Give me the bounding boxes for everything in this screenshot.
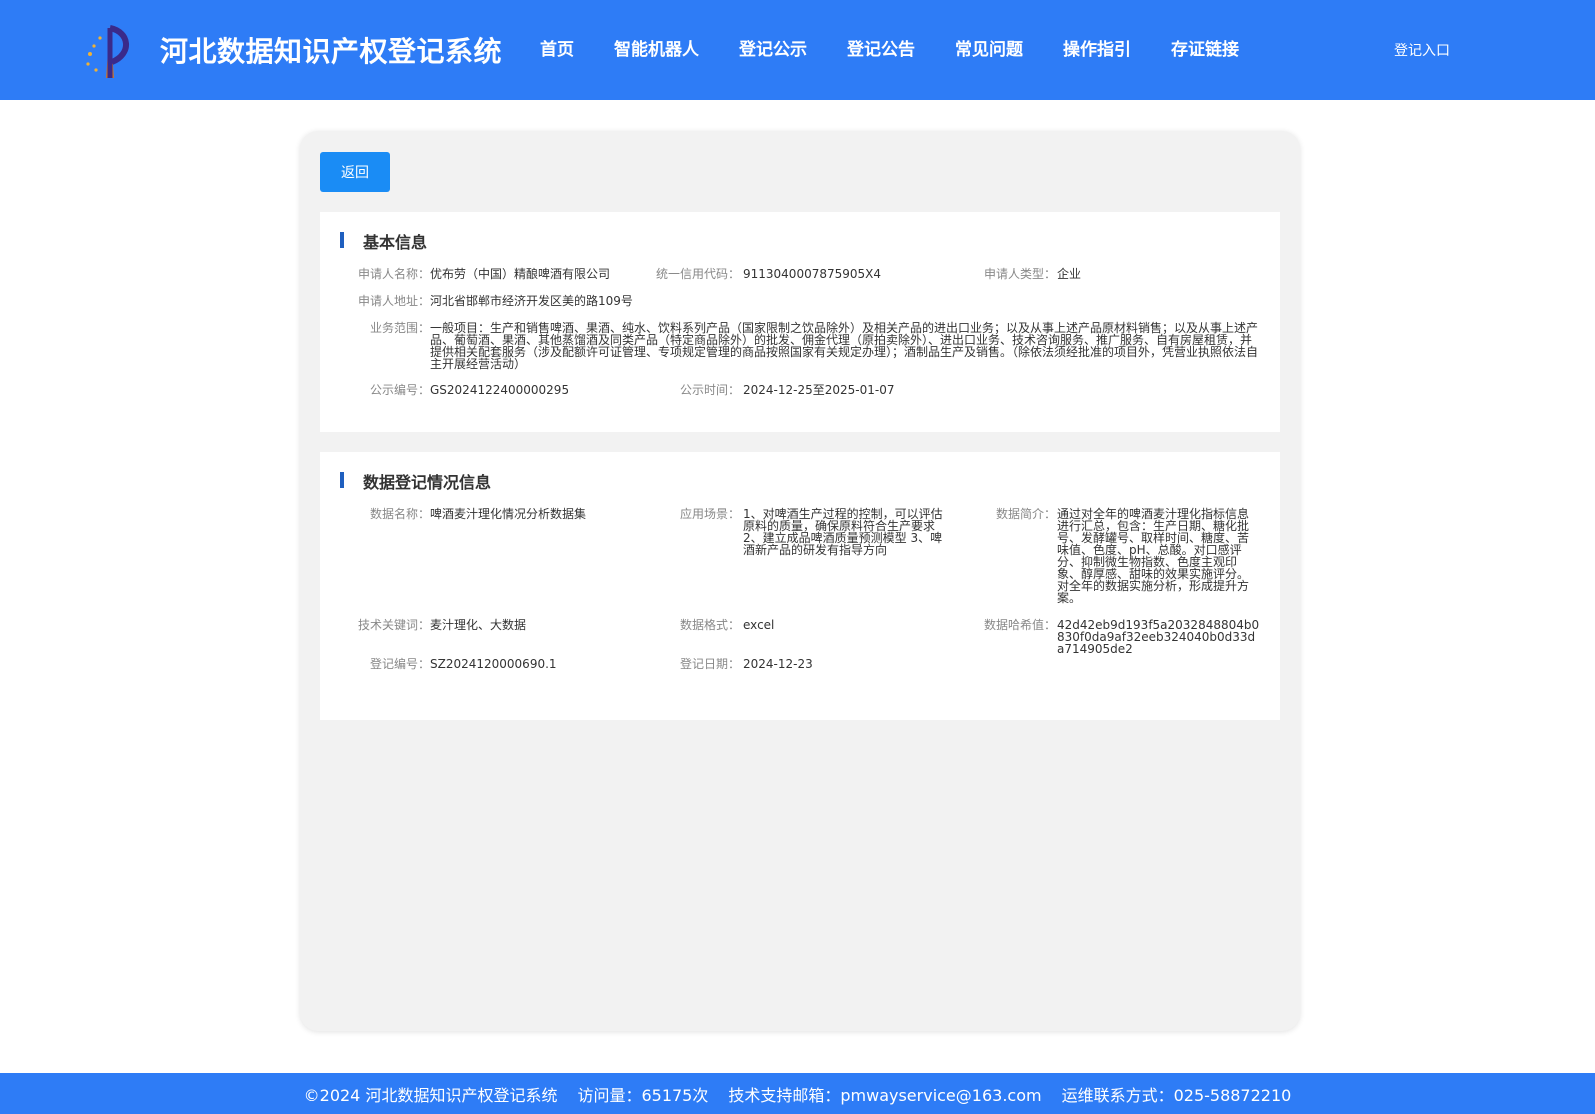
hash-value: 42d42eb9d193f5a2032848804b0830f0da9af32e… — [1057, 618, 1260, 656]
emblem-logo-icon[interactable] — [80, 24, 136, 80]
reg-no-label: 登记编号： — [369, 657, 430, 671]
pub-no-label: 公示编号： — [369, 383, 430, 397]
scope-value: 一般项目：生产和销售啤酒、果酒、纯水、饮料系列产品（国家限制之饮品除外）及相关产… — [430, 321, 1259, 371]
intro-value: 通过对全年的啤酒麦汁理化指标信息进行汇总，包含：生产日期、糖化批号、发酵罐号、取… — [1057, 507, 1250, 605]
site-title: 河北数据知识产权登记系统 — [160, 35, 503, 68]
nav-home[interactable]: 首页 — [540, 35, 574, 60]
reg-date-value: 2024-12-23 — [743, 657, 813, 671]
address-value: 河北省邯郸市经济开发区美的路109号 — [430, 294, 633, 308]
back-button[interactable]: 返回 — [320, 152, 390, 192]
footer-contact: 运维联系方式：025-58872210 — [1061, 1085, 1292, 1105]
nav-faq[interactable]: 常见问题 — [955, 35, 1023, 60]
footer-copyright: ©2024 河北数据知识产权登记系统 — [303, 1085, 558, 1105]
keywords-label: 技术关键词： — [357, 618, 430, 632]
login-link[interactable]: 登记入口 — [1394, 40, 1450, 60]
nav-evidence-link[interactable]: 存证链接 — [1171, 35, 1239, 60]
applicant-name-value: 优布劳（中国）精酿啤酒有限公司 — [430, 267, 611, 281]
data-info-title: 数据登记情况信息 — [363, 473, 492, 492]
data-registration-card: 数据登记情况信息 数据名称： 啤酒麦汁理化情况分析数据集 应用场景： 1、对啤酒… — [320, 452, 1280, 720]
data-name-value: 啤酒麦汁理化情况分析数据集 — [430, 507, 587, 521]
intro-label: 数据简介： — [995, 507, 1056, 521]
address-label: 申请人地址： — [357, 294, 430, 308]
nav-publicity[interactable]: 登记公示 — [739, 35, 807, 60]
top-header: 河北数据知识产权登记系统 首页 智能机器人 登记公示 登记公告 常见问题 操作指… — [0, 0, 1595, 100]
hash-label: 数据哈希值： — [983, 618, 1056, 632]
keywords-value: 麦汁理化、大数据 — [430, 618, 527, 632]
reg-date-label: 登记日期： — [679, 657, 740, 671]
basic-info-title: 基本信息 — [363, 233, 428, 252]
applicant-name-label: 申请人名称： — [357, 267, 430, 281]
pub-no-value: GS2024122400000295 — [430, 383, 570, 397]
credit-code-value: 9113040007875905X4 — [743, 267, 882, 281]
scenario-label: 应用场景： — [679, 507, 740, 521]
nav-announcement[interactable]: 登记公告 — [847, 35, 915, 60]
applicant-type-label: 申请人类型： — [983, 267, 1056, 281]
format-value: excel — [743, 618, 775, 632]
section-marker — [340, 472, 344, 488]
format-label: 数据格式： — [679, 618, 740, 632]
site-footer: ©2024 河北数据知识产权登记系统 访问量：65175次 技术支持邮箱：pmw… — [0, 1073, 1595, 1114]
pub-time-label: 公示时间： — [679, 383, 740, 397]
section-marker — [340, 232, 344, 248]
main-nav: 首页 智能机器人 登记公示 登记公告 常见问题 操作指引 存证链接 — [540, 35, 1239, 60]
nav-guide[interactable]: 操作指引 — [1063, 35, 1131, 60]
scope-label: 业务范围： — [369, 321, 430, 335]
nav-robot[interactable]: 智能机器人 — [614, 35, 699, 60]
credit-code-label: 统一信用代码： — [655, 267, 740, 281]
footer-email: 技术支持邮箱：pmwayservice@163.com — [728, 1085, 1042, 1105]
footer-visits: 访问量：65175次 — [577, 1085, 709, 1105]
pub-time-value: 2024-12-25至2025-01-07 — [743, 383, 895, 397]
data-name-label: 数据名称： — [369, 507, 430, 521]
reg-no-value: SZ2024120000690.1 — [430, 657, 557, 671]
applicant-type-value: 企业 — [1057, 267, 1082, 281]
basic-info-card: 基本信息 申请人名称： 优布劳（中国）精酿啤酒有限公司 统一信用代码： 9113… — [320, 212, 1280, 432]
detail-panel: 返回 基本信息 申请人名称： 优布劳（中国）精酿啤酒有限公司 统一信用代码： 9… — [300, 131, 1300, 1031]
scenario-value: 1、对啤酒生产过程的控制，可以评估原料的质量，确保原料符合生产要求 2、建立成品… — [743, 507, 943, 557]
